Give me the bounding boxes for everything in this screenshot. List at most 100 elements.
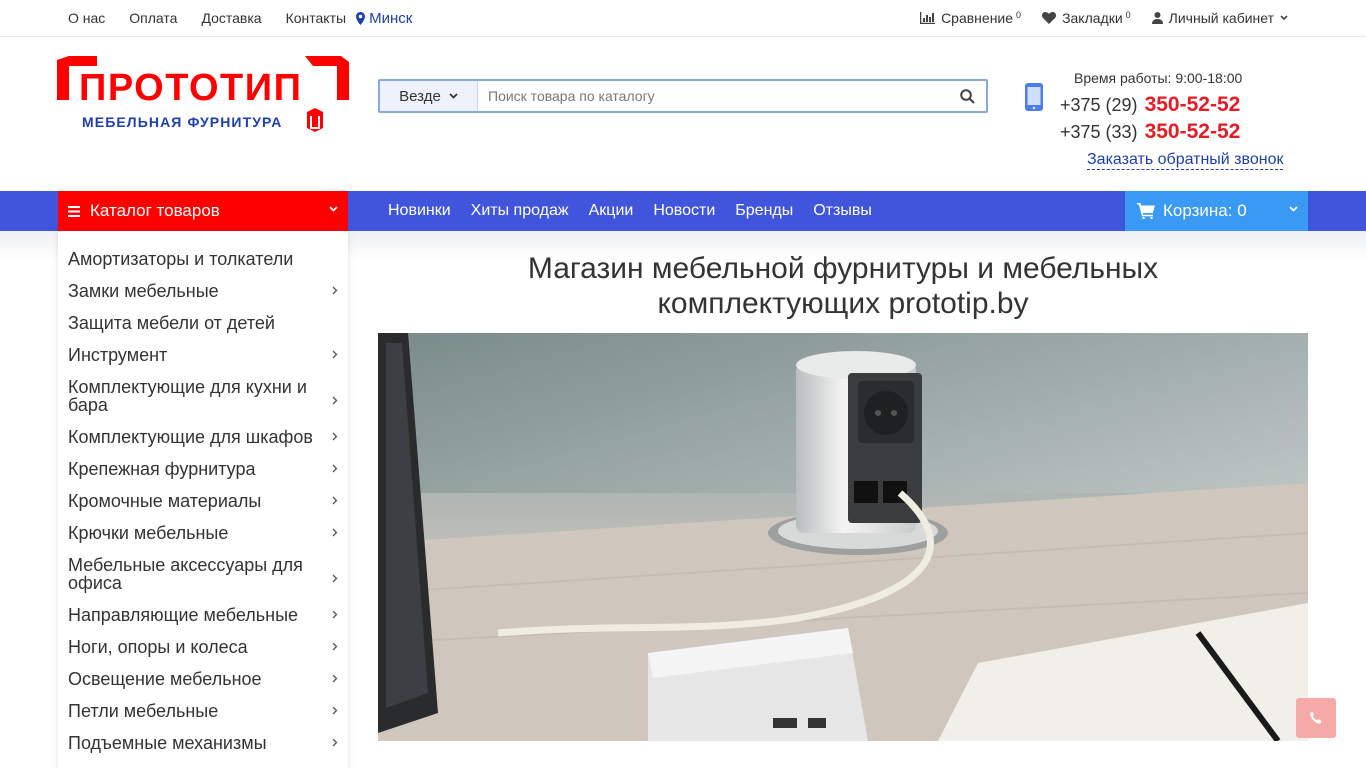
logo-graphic: ПРОТОТИП МЕБЕЛЬНАЯ ФУРНИТУРА <box>57 56 349 132</box>
category-item[interactable]: Крепежная фурнитура <box>58 458 348 490</box>
link-about[interactable]: О нас <box>68 10 105 26</box>
page-title-line-2: комплектующих prototip.by <box>657 287 1029 320</box>
search-button[interactable] <box>948 81 986 111</box>
compare-link[interactable]: Сравнение 0 <box>920 10 1021 26</box>
logo-subtitle: МЕБЕЛЬНАЯ ФУРНИТУРА <box>82 114 282 130</box>
menu-item-brands[interactable]: Бренды <box>735 202 793 220</box>
category-item[interactable]: Амортизаторы и толкатели <box>58 248 348 280</box>
page-title-line-1: Магазин мебельной фурнитуры и мебельных <box>527 252 1159 285</box>
category-item[interactable]: Комплектующие для кухни и бара <box>58 376 348 426</box>
top-bar: О нас Оплата Доставка Контакты Минск Сра… <box>0 0 1366 37</box>
search-scope-label: Везде <box>399 87 441 105</box>
category-label: Крепежная фурнитура <box>68 459 256 479</box>
search-input[interactable] <box>478 81 948 111</box>
category-label: Кромочные материалы <box>68 491 262 511</box>
chevron-right-icon <box>332 496 338 505</box>
chevron-right-icon <box>332 674 338 683</box>
cart-button[interactable]: Корзина: 0 <box>1125 191 1308 231</box>
category-label: Комплектующие для шкафов <box>68 427 313 447</box>
menu-item-promotions[interactable]: Акции <box>589 202 634 220</box>
category-item[interactable]: Подъемные механизмы <box>58 732 348 764</box>
bookmarks-count: 0 <box>1125 10 1131 20</box>
category-item[interactable]: Направляющие мебельные <box>58 604 348 636</box>
chevron-right-icon <box>332 574 338 583</box>
city-label: Минск <box>369 9 413 27</box>
callback-link[interactable]: Заказать обратный звонок <box>1087 150 1284 170</box>
account-link[interactable]: Личный кабинет <box>1151 10 1294 26</box>
chevron-right-icon <box>332 738 338 747</box>
floating-call-button[interactable] <box>1296 698 1336 738</box>
chevron-right-icon <box>332 464 338 473</box>
category-label: Комплектующие для кухни и бара <box>68 377 307 415</box>
site-logo[interactable]: ПРОТОТИП МЕБЕЛЬНАЯ ФУРНИТУРА <box>57 56 349 132</box>
compare-label: Сравнение <box>941 10 1014 26</box>
phone-prefix: +375 (29) <box>1060 95 1138 115</box>
top-links: О нас Оплата Доставка Контакты Минск <box>68 0 412 36</box>
phone-prefix: +375 (33) <box>1060 122 1138 142</box>
user-icon <box>1151 12 1163 24</box>
category-item[interactable]: Инструмент <box>58 344 348 376</box>
category-item[interactable]: Комплектующие для шкафов <box>58 426 348 458</box>
chevron-right-icon <box>332 432 338 441</box>
link-payment[interactable]: Оплата <box>129 10 177 26</box>
mobile-phone-icon <box>1024 82 1044 117</box>
category-item[interactable]: Ноги, опоры и колеса <box>58 636 348 668</box>
menu-icon <box>68 205 80 217</box>
chevron-right-icon <box>332 642 338 651</box>
map-pin-icon <box>356 11 366 25</box>
bookmarks-link[interactable]: Закладки 0 <box>1042 10 1131 26</box>
category-item[interactable]: Кромочные материалы <box>58 490 348 522</box>
link-contacts[interactable]: Контакты <box>286 10 346 26</box>
shopping-cart-icon <box>1137 203 1155 219</box>
menu-item-new[interactable]: Новинки <box>388 202 451 220</box>
phone-number-1[interactable]: +375 (29) 350-52-52 <box>1060 93 1240 117</box>
chevron-right-icon <box>332 610 338 619</box>
chevron-down-icon <box>1280 15 1288 21</box>
catalog-label: Каталог товаров <box>90 201 220 220</box>
chevron-right-icon <box>332 396 338 405</box>
compare-count: 0 <box>1016 10 1022 20</box>
main-nav-bar: Каталог товаров Новинки Хиты продаж Акци… <box>0 191 1366 231</box>
phone-icon <box>1310 711 1322 724</box>
phone-number-2[interactable]: +375 (33) 350-52-52 <box>1060 120 1240 144</box>
category-label: Защита мебели от детей <box>68 313 275 333</box>
link-delivery[interactable]: Доставка <box>201 10 261 26</box>
category-label: Ноги, опоры и колеса <box>68 637 248 657</box>
search-bar: Везде <box>378 79 988 113</box>
category-item[interactable]: Защита мебели от детей <box>58 312 348 344</box>
category-label: Подъемные механизмы <box>68 733 267 753</box>
category-label: Инструмент <box>68 345 168 365</box>
chevron-right-icon <box>332 528 338 537</box>
chevron-down-icon <box>1289 206 1298 212</box>
catalog-button[interactable]: Каталог товаров <box>58 191 348 231</box>
menu-item-bestsellers[interactable]: Хиты продаж <box>471 202 569 220</box>
category-label: Мебельные аксессуары для офиса <box>68 555 303 593</box>
main-menu: Новинки Хиты продаж Акции Новости Бренды… <box>388 191 892 231</box>
chevron-right-icon <box>332 706 338 715</box>
category-item[interactable]: Петли мебельные <box>58 700 348 732</box>
chevron-right-icon <box>332 350 338 359</box>
city-selector[interactable]: Минск <box>356 10 412 27</box>
phone-number: 350-52-52 <box>1144 120 1241 143</box>
category-item[interactable]: Мебельные аксессуары для офиса <box>58 554 348 604</box>
page-title: Магазин мебельной фурнитуры и мебельных … <box>378 251 1308 321</box>
category-item[interactable]: Крючки мебельные <box>58 522 348 554</box>
search-scope-dropdown[interactable]: Везде <box>380 81 478 111</box>
category-sidebar: Амортизаторы и толкатели Замки мебельные З… <box>58 231 348 768</box>
category-item[interactable]: Замки мебельные <box>58 280 348 312</box>
logo-title: ПРОТОТИП <box>79 67 302 109</box>
cart-label: Корзина: 0 <box>1163 201 1247 220</box>
bookmarks-label: Закладки <box>1062 10 1123 26</box>
hero-banner[interactable] <box>378 333 1308 741</box>
menu-item-news[interactable]: Новости <box>653 202 715 220</box>
banner-image <box>378 333 1308 741</box>
category-label: Направляющие мебельные <box>68 605 299 625</box>
menu-item-reviews[interactable]: Отзывы <box>813 202 872 220</box>
work-hours: Время работы: 9:00-18:00 <box>1074 70 1243 86</box>
top-right-links: Сравнение 0 Закладки 0 Личный кабинет <box>899 0 1294 36</box>
category-label: Освещение мебельное <box>68 669 262 689</box>
category-item[interactable]: Освещение мебельное <box>58 668 348 700</box>
category-label: Амортизаторы и толкатели <box>68 249 294 269</box>
chevron-right-icon <box>332 286 338 295</box>
chevron-down-icon <box>449 93 458 99</box>
